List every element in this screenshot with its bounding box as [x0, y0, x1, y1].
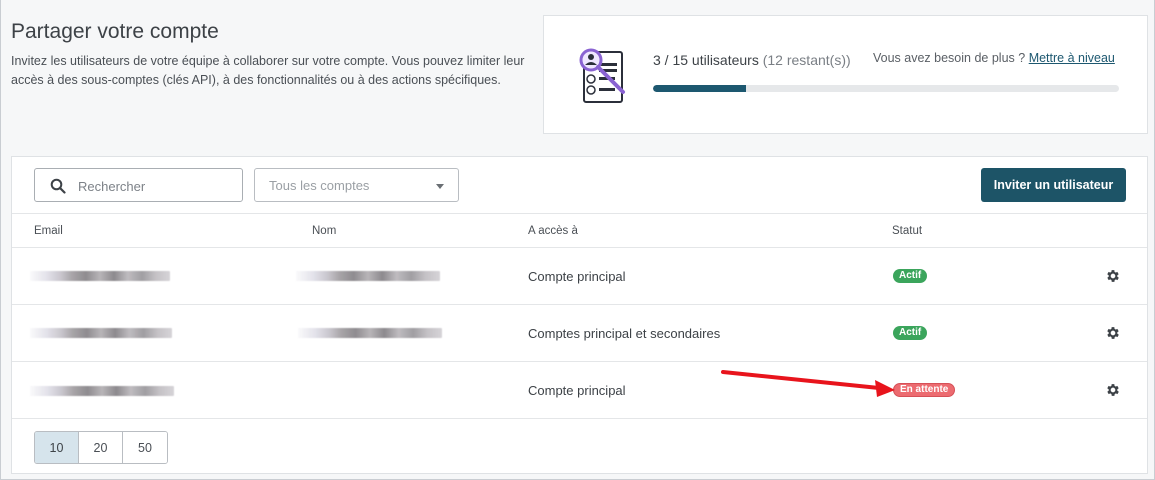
page-description: Invitez les utilisateurs de votre équipe… — [11, 54, 525, 87]
usage-progress-fill — [653, 85, 747, 92]
page-size-20-button[interactable]: 20 — [79, 432, 123, 463]
page-size-50-button[interactable]: 50 — [123, 432, 167, 463]
table-row: Compte principal Actif — [12, 248, 1147, 305]
email-redacted — [30, 386, 174, 396]
column-header-access: A accès à — [528, 225, 578, 237]
email-redacted — [30, 328, 172, 338]
chevron-down-icon — [436, 184, 444, 189]
status-badge: Actif — [893, 326, 928, 340]
invite-user-button[interactable]: Inviter un utilisateur — [981, 168, 1126, 202]
search-input[interactable] — [78, 176, 238, 196]
name-redacted — [296, 271, 440, 281]
usage-count: 3 / 15 utilisateurs (12 restant(s)) — [653, 52, 851, 68]
status-badge: En attente — [893, 383, 956, 397]
upgrade-prompt: Vous avez besoin de plus ? Mettre à nive… — [873, 51, 1115, 65]
name-redacted — [298, 328, 442, 338]
email-redacted — [30, 271, 170, 281]
account-filter-select[interactable]: Tous les comptes — [254, 168, 459, 202]
upgrade-prompt-text: Vous avez besoin de plus ? — [873, 51, 1026, 65]
gear-icon[interactable] — [1105, 382, 1121, 398]
usage-card: 3 / 15 utilisateurs (12 restant(s)) Vous… — [543, 15, 1148, 134]
access-cell: Compte principal — [528, 383, 626, 398]
page-size-selector: 10 20 50 — [34, 431, 168, 464]
status-badge: Actif — [893, 269, 928, 283]
user-document-search-icon — [579, 48, 625, 103]
page-size-10-button[interactable]: 10 — [35, 432, 79, 463]
access-cell: Compte principal — [528, 269, 626, 284]
annotation-arrow-icon — [721, 370, 895, 397]
column-header-status: Statut — [892, 225, 923, 237]
table-row: Comptes principal et secondaires Actif — [12, 305, 1147, 362]
usage-remaining: (12 restant(s)) — [762, 52, 851, 68]
gear-icon[interactable] — [1105, 325, 1121, 341]
upgrade-link[interactable]: Mettre à niveau — [1029, 51, 1115, 65]
page-frame: Partager votre compte Invitez les utilis… — [0, 0, 1155, 480]
usage-count-value: 3 / 15 utilisateurs — [653, 52, 759, 68]
column-header-email: Email — [34, 225, 63, 237]
table-row: Compte principal En attente — [12, 362, 1147, 419]
access-cell: Comptes principal et secondaires — [528, 326, 721, 341]
search-icon — [50, 178, 66, 194]
column-header-name: Nom — [312, 225, 337, 237]
users-panel: Tous les comptes Inviter un utilisateur … — [11, 156, 1148, 474]
account-filter-value: Tous les comptes — [269, 178, 370, 193]
gear-icon[interactable] — [1105, 268, 1121, 284]
table-header: Email Nom A accès à Statut — [12, 213, 1147, 248]
usage-progress-bar — [653, 85, 1119, 92]
page-title: Partager votre compte — [11, 20, 219, 43]
search-box — [34, 168, 243, 202]
